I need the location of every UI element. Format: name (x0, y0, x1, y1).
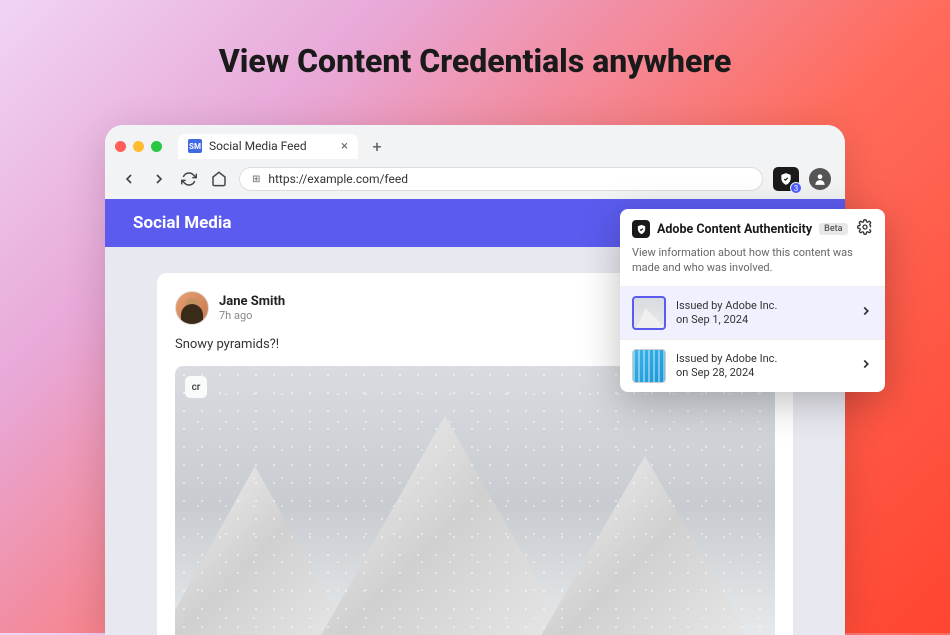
settings-button[interactable] (857, 219, 873, 239)
popup-logo (632, 220, 650, 238)
popup-header: Adobe Content Authenticity Beta (620, 209, 885, 245)
window-controls (115, 141, 162, 152)
credential-date: on Sep 28, 2024 (676, 366, 849, 379)
chevron-right-icon (859, 356, 873, 375)
gear-icon (857, 219, 873, 235)
browser-tab[interactable]: SM Social Media Feed × (178, 134, 358, 159)
credential-item[interactable]: Issued by Adobe Inc. on Sep 1, 2024 (620, 286, 885, 339)
shield-check-icon (636, 224, 647, 235)
tab-favicon: SM (188, 139, 202, 153)
credential-issuer: Issued by Adobe Inc. (676, 352, 849, 366)
maximize-window-button[interactable] (151, 141, 162, 152)
post-author[interactable]: Jane Smith (219, 294, 285, 309)
tab-title: Social Media Feed (209, 139, 307, 153)
credential-item[interactable]: Issued by Adobe Inc. on Sep 28, 2024 (620, 339, 885, 392)
hero-title: View Content Credentials anywhere (0, 0, 950, 80)
site-info-icon[interactable]: ⊞ (252, 174, 260, 185)
site-title: Social Media (133, 213, 231, 233)
avatar[interactable] (175, 291, 209, 325)
chevron-right-icon (859, 303, 873, 322)
browser-chrome: SM Social Media Feed × + ⊞ https://examp… (105, 125, 845, 199)
credential-thumbnail (632, 296, 666, 330)
content-authenticity-popup: Adobe Content Authenticity Beta View inf… (620, 209, 885, 392)
home-button[interactable] (209, 169, 229, 189)
minimize-window-button[interactable] (133, 141, 144, 152)
post-image[interactable]: cr (175, 366, 775, 635)
profile-button[interactable] (809, 168, 831, 190)
content-credentials-badge[interactable]: cr (185, 376, 207, 398)
extension-badge-count: 3 (790, 182, 802, 194)
toolbar: ⊞ https://example.com/feed 3 (105, 161, 845, 199)
beta-badge: Beta (819, 223, 847, 235)
forward-button[interactable] (149, 169, 169, 189)
credential-thumbnail (632, 349, 666, 383)
reload-button[interactable] (179, 169, 199, 189)
close-tab-button[interactable]: × (341, 139, 348, 154)
post-timestamp: 7h ago (219, 309, 285, 322)
snow-overlay (175, 366, 775, 635)
popup-title: Adobe Content Authenticity (657, 222, 812, 237)
content-authenticity-extension-button[interactable]: 3 (773, 167, 799, 191)
person-icon (813, 172, 827, 186)
back-button[interactable] (119, 169, 139, 189)
address-bar[interactable]: ⊞ https://example.com/feed (239, 167, 763, 191)
url-text: https://example.com/feed (268, 172, 408, 186)
new-tab-button[interactable]: + (366, 135, 388, 157)
credential-date: on Sep 1, 2024 (676, 313, 849, 326)
close-window-button[interactable] (115, 141, 126, 152)
credential-issuer: Issued by Adobe Inc. (676, 299, 849, 313)
tab-bar: SM Social Media Feed × + (105, 125, 845, 161)
popup-description: View information about how this content … (620, 245, 885, 286)
